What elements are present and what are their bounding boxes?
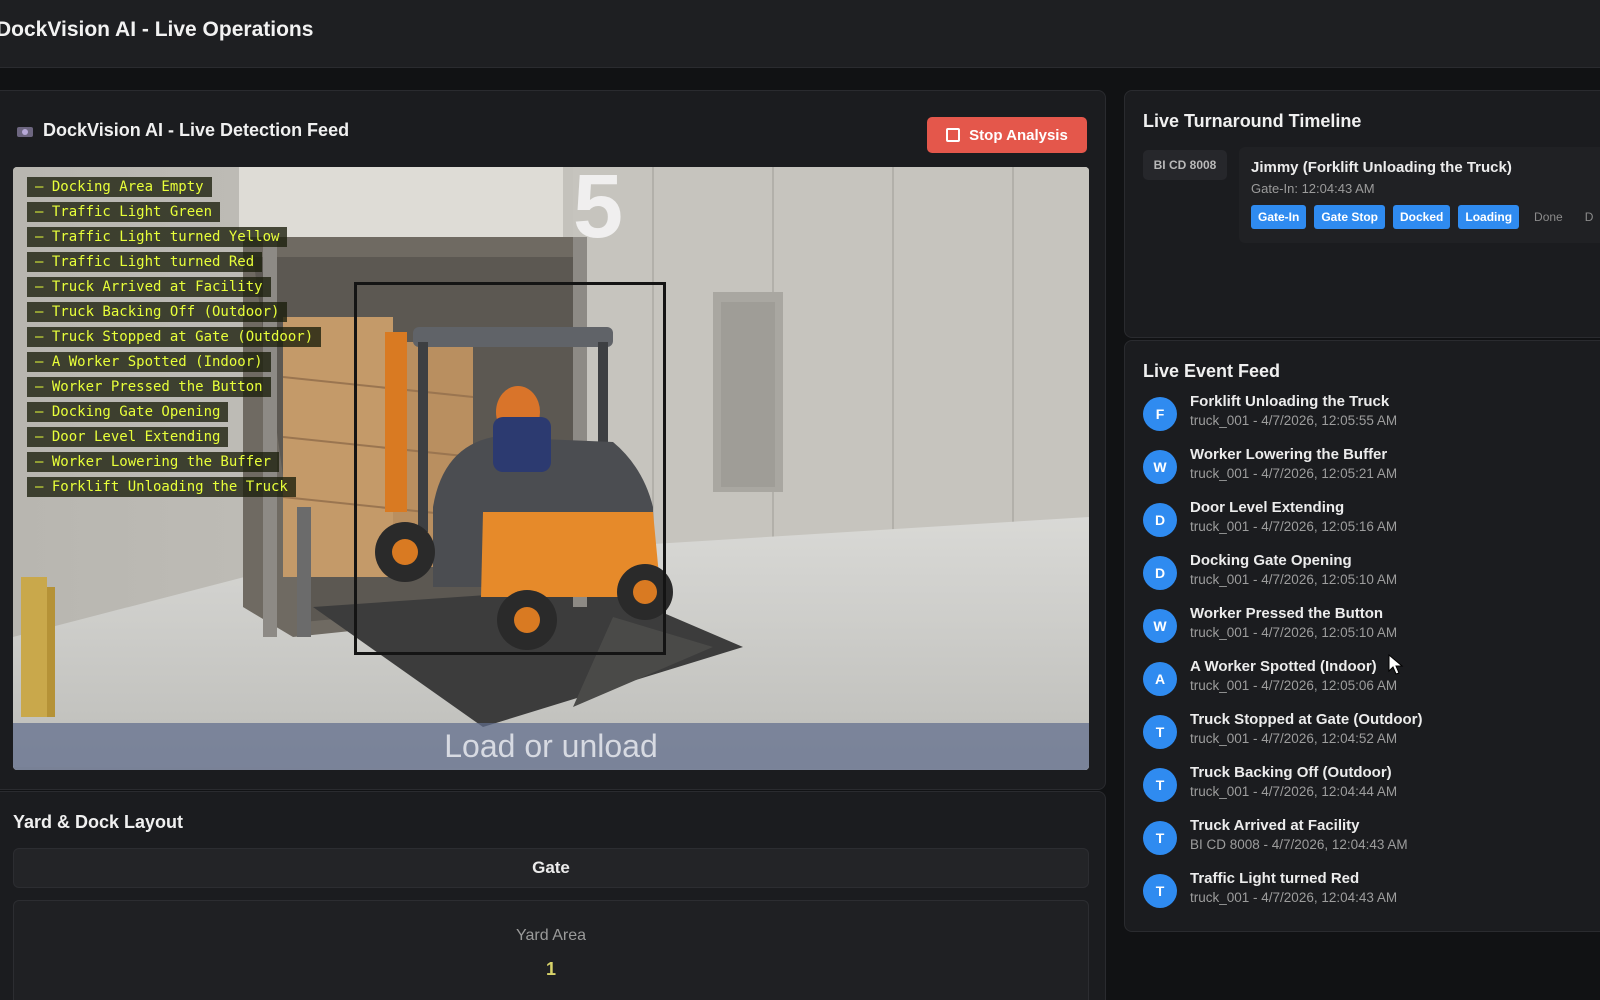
event-meta: truck_001 - 4/7/2026, 12:05:16 AM <box>1190 519 1398 534</box>
event-item[interactable]: D Docking Gate Opening truck_001 - 4/7/20… <box>1143 550 1600 602</box>
event-item[interactable]: A A Worker Spotted (Indoor) truck_001 - 4… <box>1143 656 1600 708</box>
detection-panel: DockVision AI - Live Detection Feed Stop… <box>0 90 1106 790</box>
gate-zone[interactable]: Gate <box>13 848 1089 888</box>
event-title: Worker Lowering the Buffer <box>1190 446 1388 463</box>
timeline-gate-in: Gate-In: 12:04:43 AM <box>1251 181 1375 196</box>
stage-loading: Loading <box>1458 205 1520 229</box>
detection-item: – Traffic Light Green <box>27 202 221 222</box>
timeline-panel: Live Turnaround Timeline BI CD 8008 Jimm… <box>1124 90 1600 338</box>
timeline-title: Live Turnaround Timeline <box>1143 111 1362 131</box>
event-item[interactable]: T Truck Stopped at Gate (Outdoor) truck_0… <box>1143 709 1600 761</box>
event-avatar: D <box>1143 556 1177 590</box>
yard-area-count: 1 <box>545 959 556 979</box>
event-meta: truck_001 - 4/7/2026, 12:05:55 AM <box>1190 413 1398 428</box>
video-feed[interactable]: 5 – Docking Area Empty – Traffic Light G… <box>13 167 1089 770</box>
event-item[interactable]: T Truck Arrived at Facility BI CD 8008 - … <box>1143 815 1600 867</box>
event-title: Door Level Extending <box>1190 499 1345 516</box>
stage-departed: D <box>1584 210 1594 224</box>
event-title: A Worker Spotted (Indoor) <box>1190 658 1377 675</box>
camera-icon <box>17 124 33 138</box>
stop-analysis-button[interactable]: Stop Analysis <box>927 117 1087 153</box>
detection-item: – Traffic Light turned Yellow <box>27 227 288 247</box>
event-avatar: T <box>1143 874 1177 908</box>
event-meta: truck_001 - 4/7/2026, 12:04:52 AM <box>1190 731 1398 746</box>
event-title: Truck Stopped at Gate (Outdoor) <box>1190 711 1423 728</box>
stop-analysis-label: Stop Analysis <box>969 126 1068 144</box>
event-item[interactable]: W Worker Pressed the Button truck_001 - 4… <box>1143 603 1600 655</box>
event-item[interactable]: W Worker Lowering the Buffer truck_001 - … <box>1143 444 1600 496</box>
detection-item: – Forklift Unloading the Truck <box>27 477 296 497</box>
event-title: Truck Backing Off (Outdoor) <box>1190 764 1392 781</box>
top-bar: DockVision AI - Live Operations <box>0 0 1600 68</box>
plate-badge: BI CD 8008 <box>1143 150 1227 180</box>
detection-item: – Traffic Light turned Red <box>27 252 263 272</box>
event-avatar: T <box>1143 768 1177 802</box>
yard-panel: Yard & Dock Layout Gate Yard Area 1 <box>0 791 1106 1000</box>
event-item[interactable]: D Door Level Extending truck_001 - 4/7/20… <box>1143 497 1600 549</box>
stage-gate-in: Gate-In <box>1251 205 1307 229</box>
detection-item: – Worker Pressed the Button <box>27 377 271 397</box>
event-avatar: T <box>1143 715 1177 749</box>
event-title: Traffic Light turned Red <box>1190 870 1360 887</box>
yard-area-label: Yard Area <box>516 927 586 944</box>
event-item[interactable]: T Traffic Light turned Red truck_001 - 4/… <box>1143 868 1600 920</box>
detection-item: – A Worker Spotted (Indoor) <box>27 352 271 372</box>
event-avatar: T <box>1143 821 1177 855</box>
event-avatar: D <box>1143 503 1177 537</box>
detection-item: – Worker Lowering the Buffer <box>27 452 280 472</box>
yard-area-zone[interactable]: Yard Area 1 <box>13 900 1089 1000</box>
yard-title: Yard & Dock Layout <box>13 812 184 832</box>
detection-item: – Docking Area Empty <box>27 177 212 197</box>
event-avatar: A <box>1143 662 1177 696</box>
timeline-card[interactable]: Jimmy (Forklift Unloading the Truck) Gat… <box>1239 147 1600 243</box>
event-meta: BI CD 8008 - 4/7/2026, 12:04:43 AM <box>1190 837 1408 852</box>
stage-done: Done <box>1534 210 1563 224</box>
detection-item: – Truck Stopped at Gate (Outdoor) <box>27 327 322 347</box>
detection-bounding-box <box>354 282 666 655</box>
event-meta: truck_001 - 4/7/2026, 12:04:44 AM <box>1190 784 1398 799</box>
event-avatar: F <box>1143 397 1177 431</box>
detection-item: – Docking Gate Opening <box>27 402 229 422</box>
stage-list: Gate-In Gate Stop Docked Loading Done D <box>1251 205 1600 229</box>
mouse-cursor-icon <box>1388 654 1404 675</box>
event-item[interactable]: T Truck Backing Off (Outdoor) truck_001 -… <box>1143 762 1600 814</box>
stage-docked: Docked <box>1393 205 1451 229</box>
event-title: Forklift Unloading the Truck <box>1190 393 1390 410</box>
detection-item: – Truck Arrived at Facility <box>27 277 271 297</box>
event-feed-title: Live Event Feed <box>1143 361 1281 381</box>
timeline-entry-title: Jimmy (Forklift Unloading the Truck) <box>1251 159 1512 176</box>
event-title: Truck Arrived at Facility <box>1190 817 1360 834</box>
event-feed-list[interactable]: F Forklift Unloading the Truck truck_001 … <box>1143 391 1600 921</box>
event-avatar: W <box>1143 450 1177 484</box>
event-meta: truck_001 - 4/7/2026, 12:05:06 AM <box>1190 678 1398 693</box>
stop-icon <box>946 128 961 142</box>
detection-header: DockVision AI - Live Detection Feed <box>17 120 349 141</box>
event-item[interactable]: F Forklift Unloading the Truck truck_001 … <box>1143 391 1600 443</box>
event-feed-panel: Live Event Feed F Forklift Unloading the… <box>1124 340 1600 932</box>
event-title: Docking Gate Opening <box>1190 552 1352 569</box>
event-meta: truck_001 - 4/7/2026, 12:05:10 AM <box>1190 572 1398 587</box>
event-avatar: W <box>1143 609 1177 643</box>
event-meta: truck_001 - 4/7/2026, 12:05:10 AM <box>1190 625 1398 640</box>
detection-list: – Docking Area Empty – Traffic Light Gre… <box>27 177 322 497</box>
video-caption: Load or unload <box>13 723 1089 770</box>
app-title: DockVision AI - Live Operations <box>0 18 314 41</box>
stage-gate-stop: Gate Stop <box>1314 205 1386 229</box>
detection-title: DockVision AI - Live Detection Feed <box>43 120 350 140</box>
detection-item: – Truck Backing Off (Outdoor) <box>27 302 288 322</box>
event-title: Worker Pressed the Button <box>1190 605 1384 622</box>
detection-item: – Door Level Extending <box>27 427 229 447</box>
event-meta: truck_001 - 4/7/2026, 12:04:43 AM <box>1190 890 1398 905</box>
event-meta: truck_001 - 4/7/2026, 12:05:21 AM <box>1190 466 1398 481</box>
